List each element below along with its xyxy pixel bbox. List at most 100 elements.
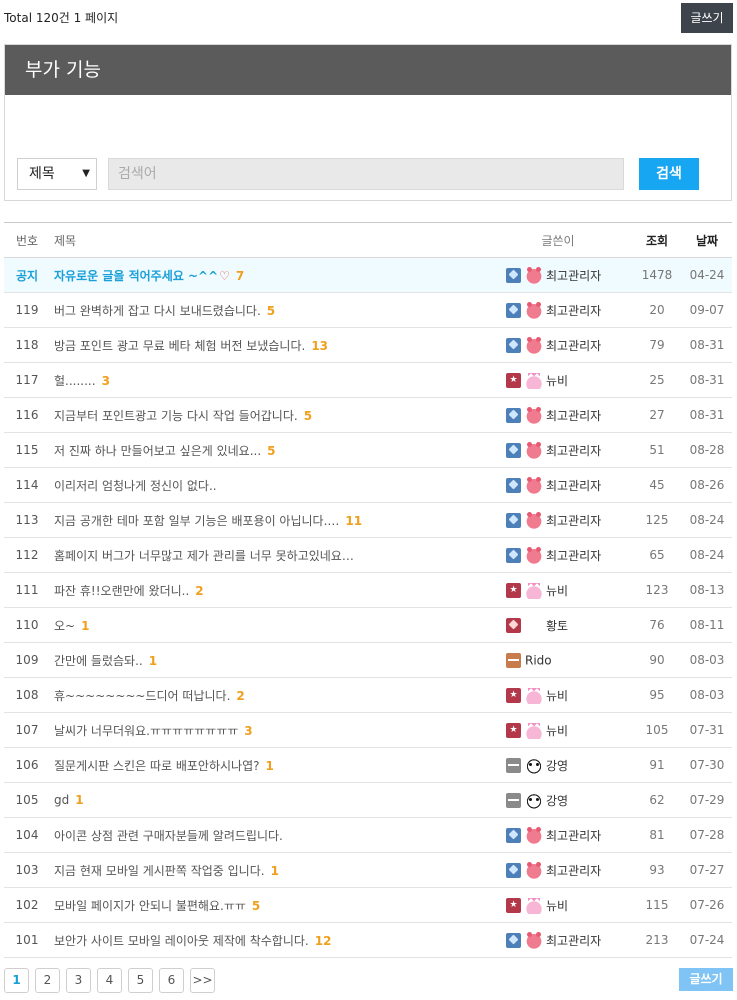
writer-cell[interactable]: 강영 — [506, 783, 632, 818]
page-6[interactable]: 6 — [159, 968, 184, 993]
post-title-link[interactable]: 파잔 휴!!오랜만에 왔더니.. — [54, 584, 189, 598]
writer-cell[interactable]: 최고관리자 — [506, 468, 632, 503]
col-views[interactable]: 조회 — [632, 223, 682, 258]
table-row[interactable]: 101 보안가 사이트 모바일 레이아웃 제작에 착수합니다. 12 최고관리자 213… — [4, 923, 732, 958]
page-3[interactable]: 3 — [66, 968, 91, 993]
table-row[interactable]: 116 지금부터 포인트광고 기능 다시 작업 들어갑니다. 5 최고관리자 27 08-… — [4, 398, 732, 433]
post-title-link[interactable]: 아이콘 상점 관련 구매자분들께 알려드립니다. — [54, 829, 283, 843]
page-4[interactable]: 4 — [97, 968, 122, 993]
writer-cell[interactable]: 최고관리자 — [506, 293, 632, 328]
post-title-link[interactable]: gd — [54, 793, 69, 807]
writer-cell[interactable]: ★ 뉴비 — [506, 363, 632, 398]
post-title-link[interactable]: 지금 현재 모바일 게시판쪽 작업중 입니다. — [54, 864, 265, 878]
post-title-link[interactable]: 지금 공개한 테마 포함 일부 기능은 배포용이 아닙니다.… — [54, 514, 339, 528]
post-title-link[interactable]: 질문게시판 스킨은 따로 배포안하시나엽? — [54, 759, 260, 773]
comment-count[interactable]: 5 — [267, 304, 275, 318]
table-row[interactable]: 117 헐........ 3 ★ 뉴비 25 08-31 — [4, 363, 732, 398]
table-row[interactable]: 105 gd 1 강영 62 07-29 — [4, 783, 732, 818]
writer-cell[interactable]: ★ 뉴비 — [506, 888, 632, 923]
table-row[interactable]: 103 지금 현재 모바일 게시판쪽 작업중 입니다. 1 최고관리자 93 07-27 — [4, 853, 732, 888]
post-title-link[interactable]: 휴~~~~~~~~드디어 떠납니다. — [54, 689, 230, 703]
post-title-link[interactable]: 이리저리 엄청나게 정신이 없다.. — [54, 479, 217, 493]
writer-name[interactable]: 뉴비 — [546, 689, 568, 703]
writer-cell[interactable]: 최고관리자 — [506, 538, 632, 573]
writer-name[interactable]: 최고관리자 — [546, 409, 601, 423]
post-title-link[interactable]: 저 진짜 하나 만들어보고 싶은게 있네요... — [54, 444, 261, 458]
comment-count[interactable]: 1 — [271, 864, 279, 878]
writer-cell[interactable]: 최고관리자 — [506, 328, 632, 363]
post-title-link[interactable]: 지금부터 포인트광고 기능 다시 작업 들어갑니다. — [54, 409, 298, 423]
comment-count[interactable]: 3 — [102, 374, 110, 388]
notice-row[interactable]: 공지 자유로운 글을 적어주세요 ~^^♡ 7 최고관리자 1478 04-24 — [4, 257, 732, 293]
table-row[interactable]: 112 홈페이지 버그가 너무많고 제가 관리를 너무 못하고있네요… 최고관리자 6… — [4, 538, 732, 573]
comment-count[interactable]: 1 — [75, 793, 83, 807]
table-row[interactable]: 118 방금 포인트 광고 무료 베타 체험 버전 보냈습니다. 13 최고관리자 79… — [4, 328, 732, 363]
comment-count[interactable]: 13 — [311, 339, 328, 353]
comment-count[interactable]: 2 — [236, 689, 244, 703]
comment-count[interactable]: 5 — [252, 899, 260, 913]
writer-cell[interactable]: 강영 — [506, 748, 632, 783]
table-row[interactable]: 119 버그 완벽하게 잡고 다시 보내드렸습니다. 5 최고관리자 20 09-07 — [4, 293, 732, 328]
table-row[interactable]: 107 날씨가 너무더워요.ㅠㅠㅠㅠㅠㅠㅠㅠ 3 ★ 뉴비 105 07-31 — [4, 713, 732, 748]
table-row[interactable]: 102 모바일 페이지가 안되니 불편해요.ㅠㅠ 5 ★ 뉴비 115 07-26 — [4, 888, 732, 923]
comment-count[interactable]: 1 — [81, 619, 89, 633]
comment-count[interactable]: 5 — [304, 409, 312, 423]
writer-name[interactable]: 뉴비 — [546, 374, 568, 388]
writer-name[interactable]: 최고관리자 — [546, 304, 601, 318]
search-input[interactable]: 검색어 — [108, 158, 624, 190]
table-row[interactable]: 113 지금 공개한 테마 포함 일부 기능은 배포용이 아닙니다.… 11 최고관리… — [4, 503, 732, 538]
next-page-button[interactable]: >> — [190, 968, 215, 993]
post-title-link[interactable]: 모바일 페이지가 안되니 불편해요.ㅠㅠ — [54, 899, 246, 913]
writer-name[interactable]: 최고관리자 — [546, 549, 601, 563]
comment-count[interactable]: 5 — [267, 444, 275, 458]
comment-count[interactable]: 3 — [244, 724, 252, 738]
post-title-link[interactable]: 헐........ — [54, 374, 96, 388]
writer-cell[interactable]: ★ 뉴비 — [506, 678, 632, 713]
writer-name[interactable]: 뉴비 — [546, 899, 568, 913]
table-row[interactable]: 111 파잔 휴!!오랜만에 왔더니.. 2 ★ 뉴비 123 08-13 — [4, 573, 732, 608]
writer-name[interactable]: 뉴비 — [546, 584, 568, 598]
table-row[interactable]: 109 간만에 들렀슴돠.. 1 Rido 90 08-03 — [4, 643, 732, 678]
writer-cell[interactable]: 최고관리자 — [506, 818, 632, 853]
search-field-select[interactable]: 제목 ▼ — [17, 158, 97, 190]
comment-count[interactable]: 11 — [345, 514, 362, 528]
writer-name[interactable]: 강영 — [546, 794, 568, 808]
comment-count[interactable]: 1 — [266, 759, 274, 773]
writer-cell[interactable]: ★ 뉴비 — [506, 573, 632, 608]
table-row[interactable]: 106 질문게시판 스킨은 따로 배포안하시나엽? 1 강영 91 07-30 — [4, 748, 732, 783]
col-date[interactable]: 날짜 — [682, 223, 732, 258]
writer-name[interactable]: 최고관리자 — [546, 829, 601, 843]
writer-name[interactable]: 최고관리자 — [546, 444, 601, 458]
writer-cell[interactable]: 최고관리자 — [506, 258, 632, 293]
post-title-link[interactable]: 버그 완벽하게 잡고 다시 보내드렸습니다. — [54, 304, 261, 318]
page-1[interactable]: 1 — [4, 968, 29, 993]
writer-cell[interactable]: 최고관리자 — [506, 503, 632, 538]
post-title-link[interactable]: 날씨가 너무더워요.ㅠㅠㅠㅠㅠㅠㅠㅠ — [54, 724, 238, 738]
writer-name[interactable]: 최고관리자 — [546, 934, 601, 948]
writer-cell[interactable]: 최고관리자 — [506, 433, 632, 468]
write-button-bottom[interactable]: 글쓰기 — [679, 968, 733, 991]
writer-cell[interactable]: 최고관리자 — [506, 853, 632, 888]
comment-count[interactable]: 2 — [195, 584, 203, 598]
table-row[interactable]: 104 아이콘 상점 관련 구매자분들께 알려드립니다. 최고관리자 81 07-28 — [4, 818, 732, 853]
writer-name[interactable]: Rido — [525, 653, 552, 667]
comment-count[interactable]: 12 — [315, 934, 332, 948]
writer-name[interactable]: 최고관리자 — [546, 864, 601, 878]
writer-name[interactable]: 강영 — [546, 759, 568, 773]
write-button-top[interactable]: 글쓰기 — [681, 3, 733, 33]
writer-cell[interactable]: ★ 뉴비 — [506, 713, 632, 748]
writer-name[interactable]: 황토 — [546, 619, 568, 633]
search-button[interactable]: 검색 — [639, 158, 699, 190]
writer-cell[interactable]: 황토 — [506, 608, 632, 643]
post-title-link[interactable]: 홈페이지 버그가 너무많고 제가 관리를 너무 못하고있네요… — [54, 549, 354, 563]
table-row[interactable]: 110 오~ 1 황토 76 08-11 — [4, 608, 732, 643]
post-title-link[interactable]: 오~ — [54, 619, 75, 633]
writer-name[interactable]: 최고관리자 — [546, 479, 601, 493]
writer-cell[interactable]: 최고관리자 — [506, 923, 632, 958]
table-row[interactable]: 108 휴~~~~~~~~드디어 떠납니다. 2 ★ 뉴비 95 08-03 — [4, 678, 732, 713]
writer-name[interactable]: 뉴비 — [546, 724, 568, 738]
writer-name[interactable]: 최고관리자 — [546, 339, 601, 353]
table-row[interactable]: 115 저 진짜 하나 만들어보고 싶은게 있네요... 5 최고관리자 51 08-28 — [4, 433, 732, 468]
writer-cell[interactable]: 최고관리자 — [506, 398, 632, 433]
comment-count[interactable]: 1 — [149, 654, 157, 668]
